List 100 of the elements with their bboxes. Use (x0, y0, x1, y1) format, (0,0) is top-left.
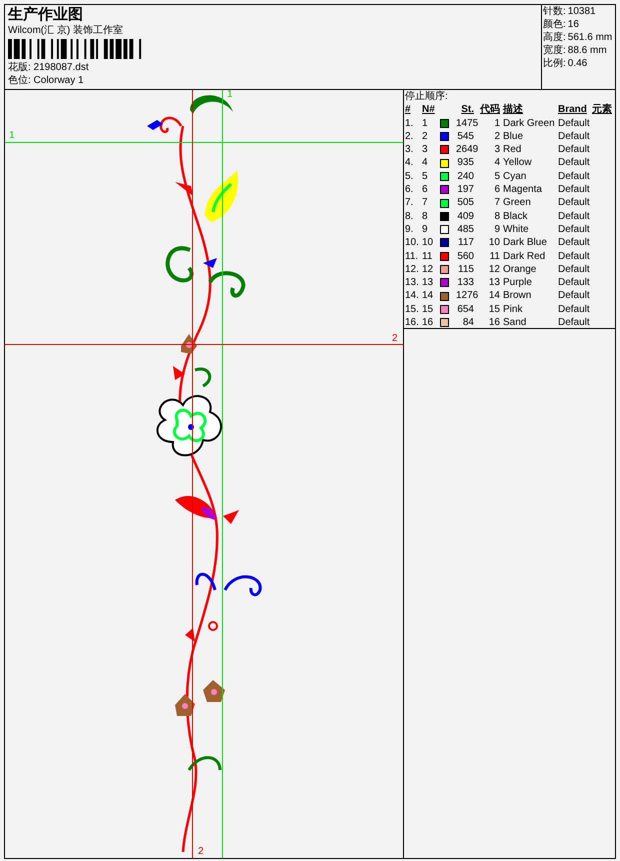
table-cell-text: 12 (488, 262, 500, 276)
table-cell-text: Default (558, 170, 591, 184)
table-cell-text: Green (502, 196, 532, 210)
table-cell-text: Purple (502, 276, 533, 290)
table-cell-text: 5. (405, 170, 414, 184)
table-cell-text: 16 (422, 316, 434, 330)
table-cell: 197 (456, 183, 474, 196)
table-cell-text: 13 (488, 276, 500, 290)
info-value: 88.6 mm (568, 44, 607, 57)
column-header: St. (460, 103, 474, 117)
table-cell-text: Default (558, 276, 591, 290)
table-cell-text: 4 (493, 156, 500, 170)
table-cell-text: Dark Blue (502, 236, 548, 250)
table-cell-text: 5 (422, 170, 429, 184)
info-label: 颜色: (543, 18, 566, 31)
table-cell: 654 (456, 302, 474, 316)
table-cell-text: Default (558, 250, 591, 263)
table-cell-text: 8. (405, 210, 414, 223)
table-cell-text: 1 (422, 116, 429, 130)
table-cell-text: Cyan (502, 170, 528, 184)
column-header: 描述 (502, 103, 524, 117)
table-cell-text: 10. (405, 236, 420, 250)
column-header: 代码 (478, 103, 500, 117)
table-cell: 505 (456, 196, 474, 210)
table-cell-text: 3 (422, 143, 429, 156)
table-cell-text: Default (558, 116, 591, 130)
table-cell: 545 (456, 130, 474, 144)
table-cell-text: 15 (488, 302, 500, 316)
table-cell-text: 4. (405, 156, 414, 170)
table-cell-text: 6 (493, 183, 500, 196)
table-cell-text: 117 (457, 236, 474, 250)
table-cell-text: 6. (405, 183, 414, 196)
info-label: 高度: (543, 31, 566, 44)
table-cell-text: 7. (405, 196, 414, 210)
table-cell-text: 5 (493, 170, 500, 184)
table-cell-text: 11 (488, 250, 500, 263)
guide-label: 2 (392, 334, 398, 344)
column-header: N# (422, 103, 436, 117)
table-cell-text: Yellow (502, 156, 533, 170)
page-title: 生产作业图 (8, 6, 84, 24)
table-cell-text: Magenta (502, 183, 543, 196)
guide-label: 2 (198, 847, 204, 857)
table-cell-text: 3. (405, 143, 414, 156)
table-cell-text: 2. (405, 130, 414, 144)
info-label: 针数: (543, 5, 566, 18)
column-header: Brand (558, 103, 588, 117)
table-cell-text: 12. (405, 262, 420, 276)
table-cell-text: 84 (462, 316, 474, 330)
design-file: 花版: 2198087.dst (8, 61, 90, 74)
table-cell-text: Default (558, 262, 591, 276)
table-cell-text: Default (558, 222, 591, 236)
guide-label: 1 (227, 90, 233, 100)
table-cell-text: 10 (488, 236, 500, 250)
table-cell-text: Default (558, 302, 591, 316)
table-cell-text: 15 (422, 302, 434, 316)
table-cell-text: 4 (422, 156, 429, 170)
table-cell-text: Default (558, 143, 591, 156)
table-cell: 240 (456, 170, 474, 184)
table-cell: 133 (456, 276, 474, 290)
table-cell-text: Default (558, 289, 591, 303)
table-cell-text: 10 (422, 236, 434, 250)
table-cell-text: Black (502, 210, 528, 223)
table-cell: 935 (456, 156, 474, 170)
table-cell-text: 7 (422, 196, 429, 210)
table-cell-text: 14. (405, 289, 420, 303)
table-cell-text: Default (558, 130, 591, 144)
table-cell: 560 (456, 250, 474, 263)
info-label: 宽度: (543, 44, 566, 57)
table-cell-text: Default (558, 196, 591, 210)
table-cell-text: Pink (502, 302, 524, 316)
table-cell-text: 8 (422, 210, 429, 223)
table-cell-text: Dark Red (502, 250, 546, 263)
table-cell-text: 8 (493, 210, 500, 223)
table-cell-text: Dark Green (502, 116, 556, 130)
table-cell-text: 7 (493, 196, 500, 210)
guide-label: 1 (9, 131, 15, 141)
table-cell-text: Default (558, 236, 591, 250)
table-cell-text: 12 (422, 262, 434, 276)
table-cell-text: 2 (493, 130, 500, 144)
info-value: 10381 (568, 5, 596, 18)
table-cell-text: 11 (422, 250, 434, 263)
table-cell-text: Sand (502, 316, 528, 330)
info-value: 16 (568, 18, 579, 31)
table-cell-text: 14 (422, 289, 434, 303)
table-cell-text: 9. (405, 222, 414, 236)
table-cell-text: 9 (493, 222, 500, 236)
stop-sequence-title: 停止顺序: (405, 90, 449, 104)
table-cell-text: Default (558, 210, 591, 223)
table-cell-text: Default (558, 183, 591, 196)
table-cell-text: Red (502, 143, 522, 156)
table-cell-text: 1. (405, 116, 414, 130)
table-cell-text: 11. (405, 250, 420, 263)
info-value: 0.46 (568, 57, 588, 70)
table-cell-text: 2 (422, 130, 429, 144)
company-name: Wilcom(汇 京) 装饰工作室 (8, 24, 124, 37)
table-cell: 485 (456, 222, 474, 236)
table-cell-text: 6 (422, 183, 429, 196)
table-cell-text: 13 (422, 276, 434, 290)
info-label: 比例: (543, 57, 566, 70)
table-cell-text: Default (558, 316, 591, 330)
